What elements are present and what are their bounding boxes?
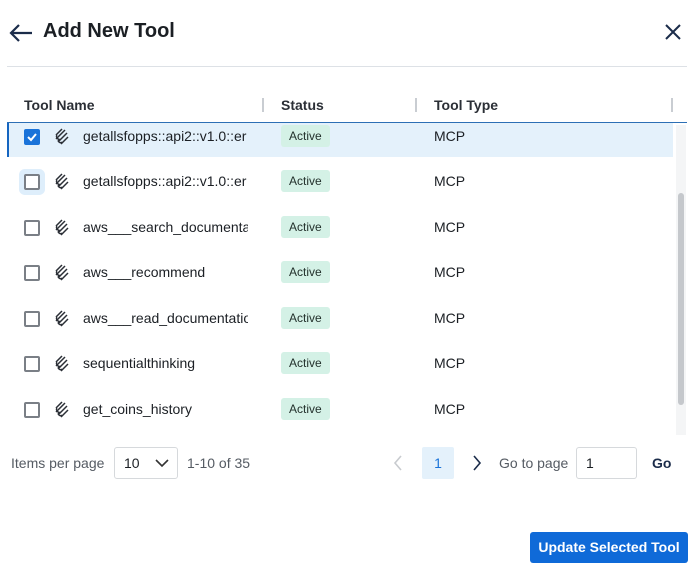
- status-badge: Active: [281, 307, 330, 329]
- tool-name: get_coins_history: [83, 401, 192, 417]
- header-divider: [7, 66, 687, 67]
- status-badge: Active: [281, 216, 330, 238]
- items-per-page-label: Items per page: [11, 455, 105, 471]
- dialog-title: Add New Tool: [43, 20, 175, 42]
- items-per-page-select[interactable]: 10: [114, 447, 178, 479]
- tool-name: sequentialthinking: [83, 355, 196, 371]
- tool-name: aws___recommend: [83, 264, 206, 280]
- next-page-icon[interactable]: [472, 455, 482, 471]
- tool-type: MCP: [434, 355, 466, 371]
- column-resize-handle[interactable]: [415, 98, 417, 112]
- row-checkbox[interactable]: [24, 174, 40, 190]
- check-icon: [27, 133, 37, 142]
- status-badge: Active: [281, 398, 330, 420]
- tool-type: MCP: [434, 128, 466, 144]
- table-row[interactable]: getallsfopps::api2::v1.0::er Active MCP: [7, 123, 673, 157]
- back-arrow-icon[interactable]: [8, 20, 34, 46]
- row-checkbox[interactable]: [24, 311, 40, 327]
- tool-table-body: getallsfopps::api2::v1.0::er Active MCP …: [7, 123, 673, 435]
- column-resize-handle[interactable]: [671, 98, 673, 112]
- scrollbar-thumb[interactable]: [678, 193, 684, 405]
- row-checkbox[interactable]: [24, 265, 40, 281]
- row-checkbox[interactable]: [24, 356, 40, 372]
- tool-type: MCP: [434, 401, 466, 417]
- dialog-header: Add New Tool: [0, 0, 700, 66]
- column-header-tool-name[interactable]: Tool Name: [24, 97, 95, 113]
- go-to-page-label: Go to page: [499, 455, 569, 471]
- page-range: 1-10 of 35: [187, 455, 251, 471]
- status-badge: Active: [281, 170, 330, 192]
- tool-icon: [55, 401, 69, 418]
- row-checkbox[interactable]: [24, 402, 40, 418]
- tool-name: aws___read_documentation: [83, 310, 248, 326]
- items-per-page-value: 10: [124, 455, 140, 471]
- row-checkbox[interactable]: [24, 220, 40, 236]
- tool-icon: [55, 355, 69, 372]
- prev-page-icon[interactable]: [393, 455, 403, 471]
- tool-icon: [55, 264, 69, 281]
- tool-type: MCP: [434, 219, 466, 235]
- column-header-status[interactable]: Status: [281, 97, 324, 113]
- status-badge: Active: [281, 261, 330, 283]
- page-button-1[interactable]: 1: [422, 447, 454, 479]
- tool-icon: [55, 128, 69, 145]
- tool-type: MCP: [434, 310, 466, 326]
- column-resize-handle[interactable]: [262, 98, 264, 112]
- status-badge: Active: [281, 125, 330, 147]
- tool-name: aws___search_documentation: [83, 219, 248, 235]
- tool-icon: [55, 173, 69, 190]
- status-badge: Active: [281, 352, 330, 374]
- close-icon[interactable]: [663, 22, 683, 42]
- update-selected-tool-button[interactable]: Update Selected Tool: [530, 532, 688, 563]
- tool-name: getallsfopps::api2::v1.0::er: [83, 128, 247, 144]
- go-button[interactable]: Go: [652, 447, 671, 479]
- tool-type: MCP: [434, 264, 466, 280]
- row-checkbox[interactable]: [24, 129, 40, 145]
- table-row[interactable]: aws___read_documentation Active MCP: [7, 301, 673, 339]
- table-row[interactable]: sequentialthinking Active MCP: [7, 346, 673, 384]
- table-row[interactable]: aws___recommend Active MCP: [7, 255, 673, 293]
- tool-name: getallsfopps::api2::v1.0::er: [83, 173, 247, 189]
- table-row[interactable]: aws___search_documentation Active MCP: [7, 210, 673, 248]
- table-row[interactable]: get_coins_history Active MCP: [7, 392, 673, 430]
- chevron-down-icon: [155, 459, 169, 468]
- go-to-page-input[interactable]: 1: [576, 447, 637, 479]
- tool-type: MCP: [434, 173, 466, 189]
- tool-icon: [55, 310, 69, 327]
- column-header-tool-type[interactable]: Tool Type: [434, 97, 498, 113]
- table-row[interactable]: getallsfopps::api2::v1.0::er Active MCP: [7, 164, 673, 202]
- tool-icon: [55, 219, 69, 236]
